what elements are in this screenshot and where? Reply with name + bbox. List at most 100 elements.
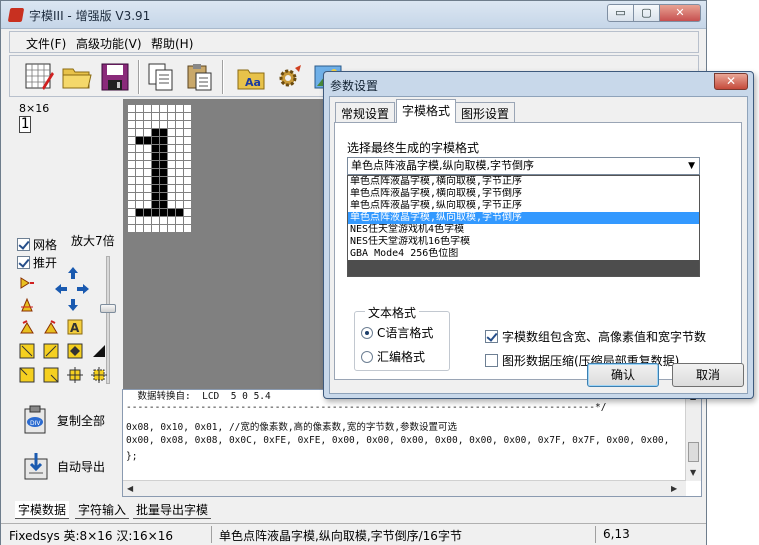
glyph-pixel[interactable] (160, 105, 167, 112)
glyph-pixel[interactable] (160, 217, 167, 224)
glyph-pixel[interactable] (128, 217, 135, 224)
glyph-pixel[interactable] (184, 105, 191, 112)
move-left-icon[interactable] (53, 281, 69, 297)
glyph-pixel[interactable] (176, 113, 183, 120)
glyph-pixel[interactable] (168, 185, 175, 192)
open-folder-icon[interactable] (60, 60, 94, 94)
glyph-pixel[interactable] (136, 145, 143, 152)
glyph-pixel[interactable] (136, 193, 143, 200)
glyph-pixel[interactable] (136, 169, 143, 176)
glyph-pixel[interactable] (128, 177, 135, 184)
move-up-icon[interactable] (65, 265, 81, 281)
glyph-pixel[interactable] (168, 177, 175, 184)
glyph-pixel[interactable] (176, 209, 183, 216)
glyph-pixel[interactable] (168, 161, 175, 168)
glyph-pixel[interactable] (160, 153, 167, 160)
include-size-checkbox[interactable] (485, 330, 498, 343)
glyph-pixel[interactable] (128, 113, 135, 120)
glyph-pixel[interactable] (152, 105, 159, 112)
vertical-scrollbar-thumb[interactable] (688, 442, 699, 462)
format-select[interactable]: 单色点阵液晶字模,纵向取模,字节倒序 ▼ (347, 157, 700, 175)
glyph-pixel[interactable] (136, 209, 143, 216)
glyph-pixel[interactable] (128, 121, 135, 128)
glyph-pixel[interactable] (168, 105, 175, 112)
flip-horizontal-icon[interactable] (19, 275, 35, 291)
format-option[interactable]: 单色点阵液晶字模,横向取模,字节正序 (348, 176, 699, 188)
glyph-pixel[interactable] (152, 153, 159, 160)
glyph-pixel[interactable] (184, 161, 191, 168)
push-checkbox[interactable] (17, 256, 30, 269)
glyph-pixel[interactable] (176, 169, 183, 176)
glyph-pixel[interactable] (168, 153, 175, 160)
compress-checkbox[interactable] (485, 354, 498, 367)
glyph-pixel[interactable] (128, 145, 135, 152)
glyph-pixel[interactable] (184, 153, 191, 160)
glyph-pixel[interactable] (152, 169, 159, 176)
glyph-pixel[interactable] (176, 105, 183, 112)
glyph-pixel[interactable] (152, 225, 159, 232)
glyph-pixel[interactable] (184, 193, 191, 200)
glyph-pixel[interactable] (152, 161, 159, 168)
glyph-pixel[interactable] (152, 145, 159, 152)
glyph-pixel[interactable] (176, 129, 183, 136)
glyph-pixel[interactable] (128, 161, 135, 168)
format-option[interactable]: 单色点阵液晶字模,纵向取模,字节正序 (348, 200, 699, 212)
tab-glyph-data[interactable]: 字模数据 (15, 501, 70, 519)
glyph-pixel[interactable] (144, 169, 151, 176)
glyph-pixel[interactable] (136, 105, 143, 112)
glyph-pixel[interactable] (160, 225, 167, 232)
glyph-pixel[interactable] (160, 169, 167, 176)
glyph-pixel[interactable] (184, 177, 191, 184)
glyph-pixel[interactable] (144, 177, 151, 184)
glyph-pixel[interactable] (168, 193, 175, 200)
zoom-slider[interactable] (100, 256, 116, 384)
dialog-close-button[interactable]: ✕ (714, 73, 748, 90)
scroll-right-icon[interactable]: ▶ (671, 484, 677, 493)
glyph-pixel[interactable] (152, 137, 159, 144)
glyph-pixel[interactable] (176, 177, 183, 184)
glyph-pixel[interactable] (176, 121, 183, 128)
glyph-pixel[interactable] (168, 137, 175, 144)
glyph-pixel[interactable] (144, 225, 151, 232)
glyph-pixel[interactable] (128, 201, 135, 208)
menu-file[interactable]: 文件(F) (26, 35, 66, 52)
glyph-pixel[interactable] (176, 161, 183, 168)
glyph-pixel[interactable] (152, 113, 159, 120)
glyph-pixel[interactable] (136, 217, 143, 224)
grid-checkbox-row[interactable]: 网格 (17, 236, 57, 253)
glyph-pixel[interactable] (176, 217, 183, 224)
format-option[interactable]: NES任天堂游戏机4色字模 (348, 224, 699, 236)
glyph-pixel[interactable] (160, 185, 167, 192)
glyph-pixel[interactable] (128, 225, 135, 232)
radio-assembly[interactable] (361, 350, 373, 363)
copy-icon[interactable] (144, 60, 178, 94)
shape-tool-2-icon[interactable] (43, 343, 59, 359)
glyph-pixel[interactable] (152, 217, 159, 224)
glyph-pixel[interactable] (144, 153, 151, 160)
format-option[interactable]: 单色点阵液晶字模,横向取模,字节倒序 (348, 188, 699, 200)
glyph-pixel[interactable] (160, 209, 167, 216)
chevron-down-icon[interactable]: ▼ (688, 158, 695, 174)
glyph-pixel[interactable] (136, 121, 143, 128)
invert-icon[interactable] (91, 343, 107, 359)
glyph-pixel[interactable] (160, 113, 167, 120)
radio-assembly-row[interactable]: 汇编格式 (361, 348, 425, 365)
rotate-right-icon[interactable] (43, 319, 59, 335)
zoom-slider-thumb[interactable] (100, 304, 116, 313)
shape-tool-7-icon[interactable] (91, 367, 107, 383)
glyph-edit-canvas[interactable] (123, 99, 323, 389)
glyph-pixel[interactable] (128, 105, 135, 112)
glyph-pixel[interactable] (160, 161, 167, 168)
glyph-pixel[interactable] (160, 137, 167, 144)
glyph-pixel[interactable] (168, 129, 175, 136)
menu-help[interactable]: 帮助(H) (151, 35, 193, 52)
glyph-pixel[interactable] (136, 129, 143, 136)
glyph-pixel[interactable] (136, 201, 143, 208)
radio-c-language[interactable] (361, 326, 373, 339)
glyph-pixel-grid[interactable] (127, 104, 192, 233)
tab-char-input[interactable]: 字符输入 (75, 501, 130, 519)
glyph-pixel[interactable] (152, 209, 159, 216)
glyph-pixel[interactable] (152, 193, 159, 200)
glyph-pixel[interactable] (184, 137, 191, 144)
tab-general-settings[interactable]: 常规设置 (335, 102, 396, 123)
